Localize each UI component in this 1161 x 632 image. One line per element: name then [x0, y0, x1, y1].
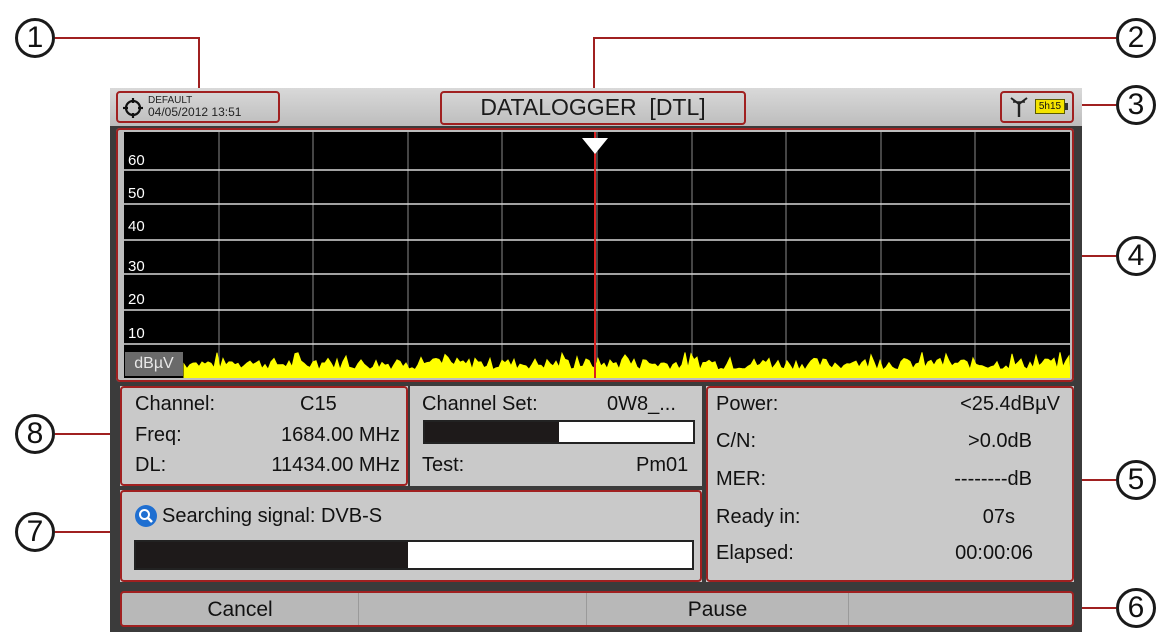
crosshair-icon — [123, 98, 143, 118]
callout-3: 3 — [1116, 85, 1156, 125]
callout-7: 7 — [15, 512, 55, 552]
pause-button-label: Pause — [687, 598, 748, 621]
ready-label: Ready in: — [716, 506, 801, 528]
cn-value: >0.0dB — [968, 430, 1032, 452]
elapsed-value: 00:00:06 — [955, 542, 1033, 564]
profile-box[interactable]: DEFAULT 04/05/2012 13:51 — [116, 91, 280, 123]
callout-5: 5 — [1116, 460, 1156, 500]
callout-4: 4 — [1116, 236, 1156, 276]
power-value: <25.4dBµV — [960, 393, 1060, 415]
unit-label: dBµV — [125, 352, 183, 376]
channel-label: Channel: — [135, 393, 216, 415]
cancel-button-label: Cancel — [207, 598, 273, 621]
channel-set-progress — [423, 420, 695, 444]
test-label: Test: — [422, 454, 465, 476]
mer-label: MER: — [716, 468, 766, 490]
mer-value: --------dB — [954, 468, 1032, 490]
callout-6-label: 6 — [1127, 591, 1145, 624]
search-progress-fill — [136, 542, 409, 568]
header-datetime: 04/05/2012 13:51 — [148, 105, 242, 119]
softkey-4-button[interactable] — [849, 593, 1071, 625]
freq-value: 1684.00 MHz — [281, 424, 400, 446]
callout-1-leader — [55, 37, 199, 39]
callout-4-label: 4 — [1127, 239, 1145, 272]
softkey-bar: Cancel Pause — [120, 591, 1074, 627]
y-tick-20: 20 — [128, 291, 145, 308]
elapsed-label: Elapsed: — [716, 542, 794, 564]
y-tick-30: 30 — [128, 258, 145, 275]
search-icon — [135, 505, 157, 527]
test-value: Pm01 — [636, 454, 689, 476]
channel-set-label: Channel Set: — [422, 393, 538, 415]
y-tick-40: 40 — [128, 218, 145, 235]
ready-value: 07s — [982, 506, 1015, 528]
channel-set-value: 0W8_... — [607, 393, 676, 415]
battery-indicator: 5h15 — [1035, 99, 1065, 114]
search-status: Searching signal: DVB-S — [162, 505, 383, 527]
callout-3-label: 3 — [1127, 88, 1145, 121]
callout-2: 2 — [1116, 18, 1156, 58]
callout-6: 6 — [1116, 588, 1156, 628]
freq-label: Freq: — [135, 424, 182, 446]
y-tick-60: 60 — [128, 152, 145, 169]
callout-1-label: 1 — [26, 21, 44, 54]
callout-2-leader — [594, 37, 1116, 39]
spectrum-graph — [124, 132, 1070, 378]
callout-8-label: 8 — [26, 417, 44, 450]
battery-time: 5h15 — [1038, 101, 1062, 112]
callout-1: 1 — [15, 18, 55, 58]
dl-label: DL: — [135, 454, 167, 476]
page-title: DATALOGGER [DTL] — [480, 94, 706, 120]
y-tick-50: 50 — [128, 185, 145, 202]
power-label: Power: — [716, 393, 779, 415]
channel-set-progress-fill — [425, 422, 559, 442]
antenna-icon — [1010, 97, 1028, 117]
callout-1-leader-v — [198, 37, 200, 91]
softkey-2-button[interactable] — [359, 593, 587, 625]
callout-2-label: 2 — [1127, 21, 1145, 54]
callout-5-label: 5 — [1127, 463, 1145, 496]
device-screen: DEFAULT 04/05/2012 13:51 DATALOGGER [DTL… — [110, 88, 1082, 632]
search-progress — [134, 540, 694, 570]
callout-8: 8 — [15, 414, 55, 454]
callout-2-leader-v — [593, 37, 595, 91]
dl-value: 11434.00 MHz — [271, 454, 400, 476]
cancel-button[interactable]: Cancel — [122, 593, 359, 625]
pause-button[interactable]: Pause — [587, 593, 849, 625]
callout-7-label: 7 — [26, 515, 44, 548]
battery-tip — [1065, 103, 1068, 110]
channel-value: C15 — [300, 393, 337, 415]
y-tick-10: 10 — [128, 325, 145, 342]
cn-label: C/N: — [716, 430, 756, 452]
